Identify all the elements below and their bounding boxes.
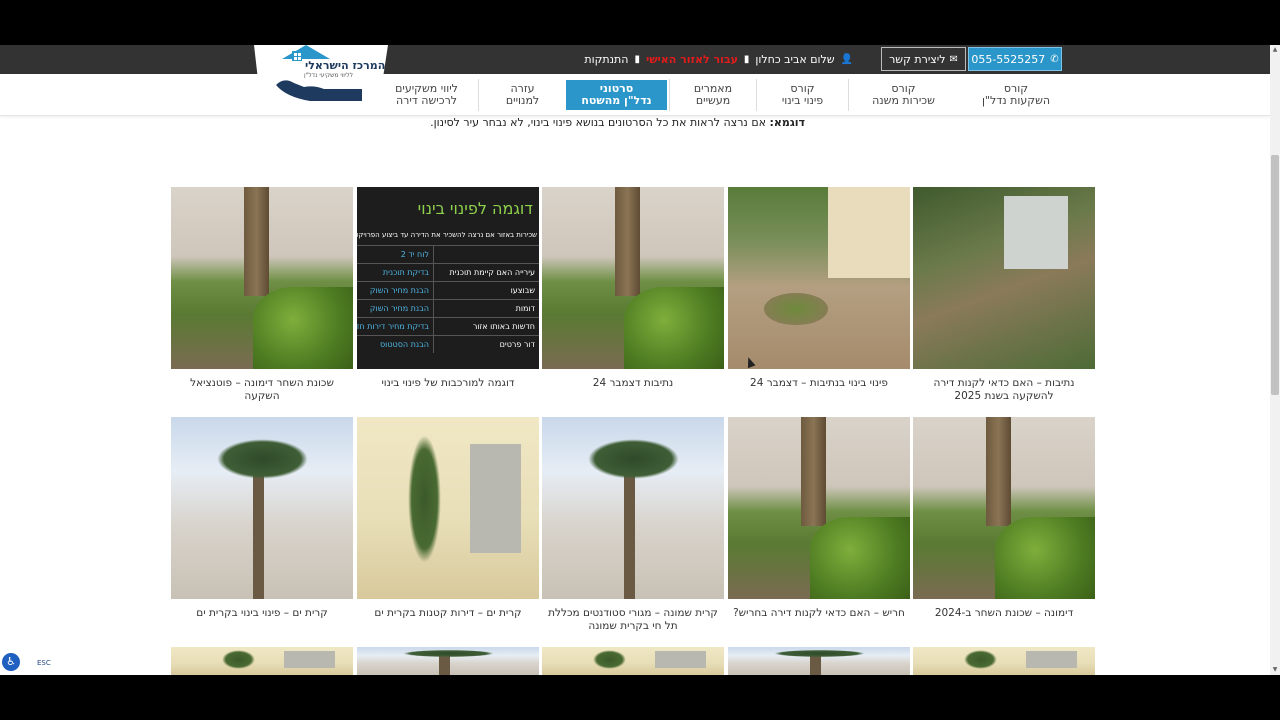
contact-button[interactable]: ✉ ליצירת קשר [881, 47, 966, 71]
nav-label: לרכישה דירה [395, 94, 458, 107]
personal-area-link[interactable]: עבור לאזור האישי [646, 53, 738, 66]
nav-label: מעשיים [695, 94, 731, 107]
nav-label: השקעות נדל"ן [981, 94, 1051, 107]
video-thumbnail[interactable] [171, 187, 353, 369]
accessibility-esc-label: ESC [37, 659, 51, 667]
intro-text: דוגמא: אם נרצה לראות את כל הסרטונים בנוש… [430, 116, 805, 129]
logo-hand-house-icon [276, 45, 362, 101]
nav-course-urban-renewal[interactable]: קורס פינוי בינוי [756, 79, 848, 111]
video-thumbnail[interactable] [728, 417, 910, 599]
nav-label: פינוי בינוי [781, 94, 824, 107]
nav-label: נדל"ן מהשטח [581, 94, 652, 107]
video-title[interactable]: קרית ים – פינוי בינוי בקרית ים [171, 607, 353, 620]
video-thumbnail[interactable] [728, 647, 910, 675]
video-thumbnail[interactable] [542, 417, 724, 599]
slide-cell: הבנת מחיר השוק [369, 286, 429, 295]
slide-row: עירייה האם קיימת תוכנית בדיקת תוכנית [357, 263, 539, 281]
slide-cell: הבנת מחיר השוק [369, 304, 429, 313]
video-thumbnail[interactable] [542, 647, 724, 675]
scroll-down-arrow-icon[interactable]: ▼ [1270, 665, 1280, 675]
logout-icon: ▮ [634, 54, 640, 65]
video-title[interactable]: דימונה – שכונת השחר ב-2024 [913, 607, 1095, 620]
video-thumbnail[interactable] [542, 187, 724, 369]
slide-cell: הבנת הסטטוס [379, 340, 429, 349]
contact-label: ליצירת קשר [889, 52, 946, 66]
video-title[interactable]: נתיבות דצמבר 24 [542, 377, 724, 390]
intro-bold: דוגמא: [769, 116, 805, 129]
slide-subtitle: שכירות באזור אם נרצה להשכיר את הדירה עד … [357, 231, 537, 239]
slide-table: לוח יד 2 עירייה האם קיימת תוכנית בדיקת תו… [357, 245, 539, 353]
phone-button[interactable]: ✆ 055-5525257 [968, 47, 1062, 71]
slide-row: דור פרטים הבנת הסטטוס [357, 335, 539, 353]
slide-title: דוגמה לפינוי בינוי [417, 199, 533, 218]
logo[interactable] [254, 45, 388, 115]
slide-row: חדשות באותו אזור בדיקת מחיר דירות חדשות [357, 317, 539, 335]
nav-videos[interactable]: סרטוני נדל"ן מהשטח [566, 80, 667, 110]
slide-row: שבוצעו הבנת מחיר השוק [357, 281, 539, 299]
slide-row: לוח יד 2 [357, 245, 539, 263]
logout-link[interactable]: התנתקות [584, 53, 628, 66]
video-title[interactable]: קרית שמונה – מגורי סטודנטים מכללת תל חי … [542, 607, 724, 633]
slide-cell: עירייה האם קיימת תוכנית [433, 264, 539, 281]
slide-cell: חדשות באותו אזור [433, 318, 539, 335]
nav-course-sublet[interactable]: קורס שכירות משנה [848, 79, 958, 111]
video-title[interactable]: נתיבות – האם כדאי לקנות דירה להשקעה בשנת… [913, 377, 1095, 403]
nav-investor-support[interactable]: ליווי משקיעים לרכישה דירה [374, 79, 478, 111]
video-title[interactable]: דוגמה למורכבות של פינוי בינוי [357, 377, 539, 390]
logo-title: המרכז הישראלי [305, 59, 386, 72]
page-scrollbar[interactable]: ▲ ▼ [1270, 45, 1280, 675]
top-bar: ✆ 055-5525257 ✉ ליצירת קשר 👤 שלום אביב כ… [0, 45, 1270, 74]
nav-articles[interactable]: מאמרים מעשיים [669, 79, 756, 111]
door-icon: ▮ [743, 54, 750, 65]
page-viewport: ✆ 055-5525257 ✉ ליצירת קשר 👤 שלום אביב כ… [0, 45, 1270, 675]
account-links: 👤 שלום אביב כחלון ▮ עבור לאזור האישי ▮ ה… [584, 45, 853, 74]
slide-cell: בדיקת מחיר דירות חדשות [357, 322, 429, 331]
video-title[interactable]: קרית ים – דירות קטנות בקרית ים [357, 607, 539, 620]
nav-course-investments[interactable]: קורס השקעות נדל"ן [958, 79, 1074, 111]
video-thumbnail[interactable] [913, 417, 1095, 599]
video-thumbnail[interactable]: דוגמה לפינוי בינוי שכירות באזור אם נרצה … [357, 187, 539, 369]
video-title[interactable]: שכונת השחר דימונה – פוטנציאל השקעה [171, 377, 353, 403]
scroll-up-arrow-icon[interactable]: ▲ [1270, 45, 1280, 55]
video-title[interactable]: פינוי בינוי בנתיבות – דצמבר 24 [728, 377, 910, 390]
video-title[interactable]: חריש – האם כדאי לקנות דירה בחריש? [728, 607, 910, 620]
slide-cell: דומות [433, 300, 539, 317]
video-thumbnail[interactable] [913, 187, 1095, 369]
slide-cell: שבוצעו [433, 282, 539, 299]
slide-row: דומות הבנת מחיר השוק [357, 299, 539, 317]
greeting-text: שלום אביב כחלון [755, 53, 835, 66]
intro-body: אם נרצה לראות את כל הסרטונים בנושא פינוי… [430, 116, 770, 129]
phone-number: 055-5525257 [971, 52, 1046, 66]
video-thumbnail[interactable] [171, 647, 353, 675]
phone-icon: ✆ [1050, 53, 1059, 65]
video-thumbnail[interactable] [728, 187, 910, 369]
slide-cell: לוח יד 2 [400, 250, 429, 259]
nav-label: שכירות משנה [872, 94, 935, 107]
video-thumbnail[interactable] [357, 417, 539, 599]
video-thumbnail[interactable] [357, 647, 539, 675]
slide-cell [433, 246, 539, 263]
video-thumbnail[interactable] [171, 417, 353, 599]
scrollbar-thumb[interactable] [1271, 155, 1279, 395]
logo-subtitle: לליווי משקיעי נדל"ן [304, 72, 354, 79]
envelope-icon: ✉ [949, 53, 958, 65]
nav-help[interactable]: עזרה למנויים [478, 79, 566, 111]
video-thumbnail[interactable] [913, 647, 1095, 675]
main-nav: קורס השקעות נדל"ן קורס שכירות משנה קורס … [0, 74, 1270, 116]
slide-cell: דור פרטים [433, 336, 539, 353]
slide-cell: בדיקת תוכנית [382, 268, 429, 277]
nav-label: למנויים [505, 94, 540, 107]
user-icon: 👤 [840, 54, 853, 65]
accessibility-icon[interactable]: ♿ [2, 653, 20, 671]
